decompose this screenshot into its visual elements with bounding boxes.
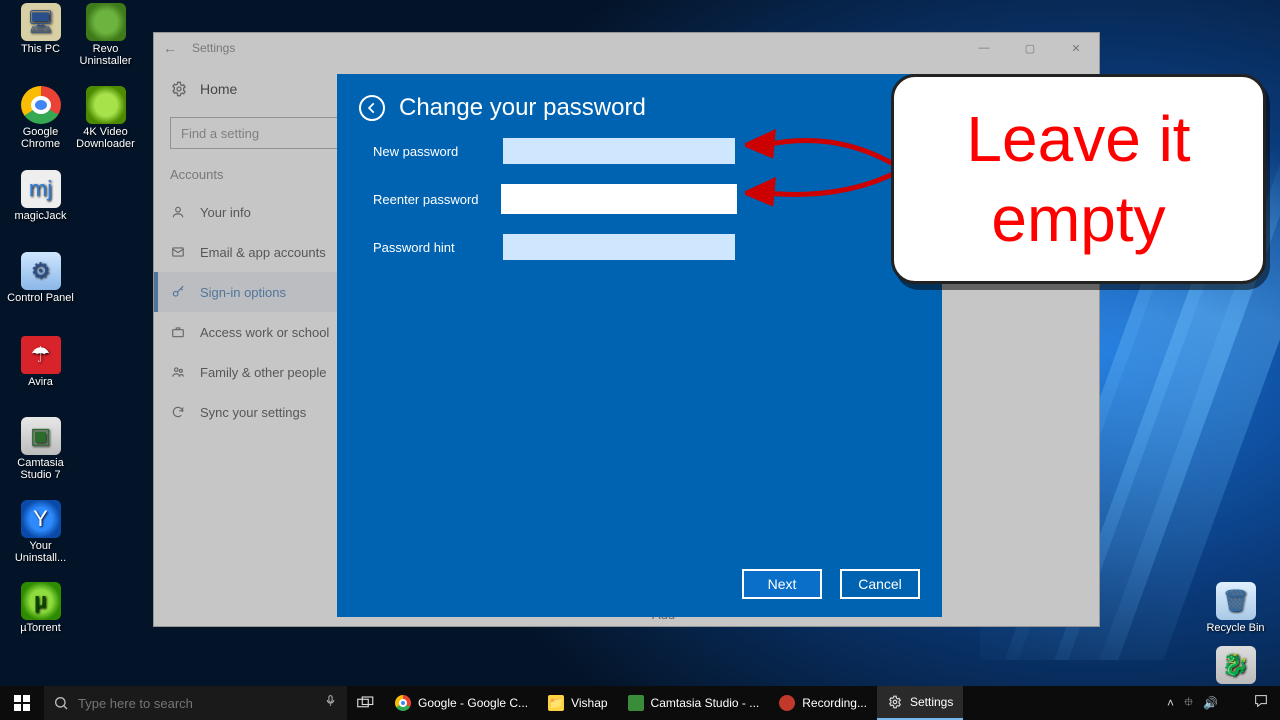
start-button[interactable] bbox=[0, 686, 44, 720]
taskbar-item-chrome[interactable]: Google - Google C... bbox=[385, 686, 538, 720]
desktop-icon-avira[interactable]: ☂Avira bbox=[3, 336, 78, 388]
camtasia-icon bbox=[628, 695, 644, 711]
desktop-icon-label: Revo Uninstaller bbox=[68, 43, 143, 67]
desktop-icon-this-pc[interactable]: 🖥This PC bbox=[3, 3, 78, 55]
reenter-password-label: Reenter password bbox=[373, 192, 503, 207]
folder-icon: 📁 bbox=[548, 695, 564, 711]
next-button[interactable]: Next bbox=[742, 569, 822, 599]
annotation-text: Leave it empty bbox=[894, 99, 1263, 259]
taskbar-item-label: Vishap bbox=[571, 696, 607, 710]
taskbar-search[interactable] bbox=[44, 686, 347, 720]
new-password-input[interactable] bbox=[503, 138, 735, 164]
reenter-password-input[interactable] bbox=[503, 186, 735, 212]
desktop-icon-label: Google Chrome bbox=[3, 126, 78, 150]
task-view-button[interactable] bbox=[347, 686, 385, 720]
mic-icon[interactable] bbox=[313, 694, 347, 712]
annotation-callout: Leave it empty bbox=[891, 74, 1266, 284]
annotation-arrow bbox=[745, 125, 905, 215]
desktop-icon-magicjack[interactable]: mjmagicJack bbox=[3, 170, 78, 222]
chrome-icon bbox=[395, 695, 411, 711]
taskbar-item-label: Settings bbox=[910, 695, 953, 709]
desktop-icon-your-uninstaller[interactable]: YYour Uninstall... bbox=[3, 500, 78, 564]
password-hint-label: Password hint bbox=[373, 240, 503, 255]
record-icon bbox=[779, 695, 795, 711]
taskbar-item-vishap[interactable]: 📁 Vishap bbox=[538, 686, 617, 720]
tray-network-icon[interactable]: ⯐ bbox=[1184, 693, 1193, 714]
desktop-icon-revo[interactable]: Revo Uninstaller bbox=[68, 3, 143, 67]
action-center-button[interactable] bbox=[1242, 693, 1280, 714]
desktop-icon-camtasia[interactable]: ▣Camtasia Studio 7 bbox=[3, 417, 78, 481]
desktop-icon-control-panel[interactable]: ⚙Control Panel bbox=[3, 252, 78, 304]
taskbar-item-label: Camtasia Studio - ... bbox=[651, 696, 760, 710]
desktop-icon-label: This PC bbox=[3, 43, 78, 55]
desktop-icon-label: Recycle Bin bbox=[1198, 622, 1273, 634]
desktop-icon-label: 4K Video Downloader bbox=[68, 126, 143, 150]
desktop-icon-label: Your Uninstall... bbox=[3, 540, 78, 564]
desktop-icon-4k[interactable]: 4K Video Downloader bbox=[68, 86, 143, 150]
desktop-icon-recycle-bin[interactable]: 🗑Recycle Bin bbox=[1198, 582, 1273, 634]
desktop-icon-unknown[interactable]: 🐉 bbox=[1198, 646, 1273, 686]
tray-volume-icon[interactable]: 🔊 bbox=[1203, 696, 1218, 710]
taskbar: Google - Google C... 📁 Vishap Camtasia S… bbox=[0, 686, 1280, 720]
desktop-icon-label: Avira bbox=[3, 376, 78, 388]
desktop-icon-chrome[interactable]: Google Chrome bbox=[3, 86, 78, 150]
desktop-icon-label: Camtasia Studio 7 bbox=[3, 457, 78, 481]
taskbar-item-label: Recording... bbox=[802, 696, 867, 710]
modal-title: Change your password bbox=[399, 94, 646, 122]
desktop-icon-utorrent[interactable]: µµTorrent bbox=[3, 582, 78, 634]
taskbar-item-settings[interactable]: Settings bbox=[877, 686, 963, 720]
modal-back-button[interactable] bbox=[359, 95, 385, 121]
taskbar-item-label: Google - Google C... bbox=[418, 696, 528, 710]
desktop-icon-label: Control Panel bbox=[3, 292, 78, 304]
gear-icon bbox=[887, 694, 903, 710]
cancel-button[interactable]: Cancel bbox=[840, 569, 920, 599]
new-password-label: New password bbox=[373, 144, 503, 159]
desktop-icon-label: magicJack bbox=[3, 210, 78, 222]
taskbar-item-recording[interactable]: Recording... bbox=[769, 686, 877, 720]
search-icon bbox=[44, 695, 78, 711]
taskbar-item-camtasia[interactable]: Camtasia Studio - ... bbox=[618, 686, 770, 720]
system-tray[interactable]: ˄ ⯐ 🔊 bbox=[1159, 693, 1226, 714]
taskbar-search-input[interactable] bbox=[78, 686, 313, 720]
desktop-icon-label: µTorrent bbox=[3, 622, 78, 634]
tray-chevron-icon[interactable]: ˄ bbox=[1167, 696, 1174, 710]
password-hint-input[interactable] bbox=[503, 234, 735, 260]
